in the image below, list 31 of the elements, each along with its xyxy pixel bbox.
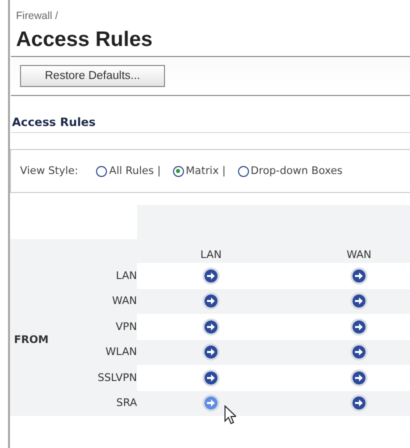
arrow-button-icon[interactable] [202,292,220,310]
radio-button[interactable] [96,166,108,176]
radio-label[interactable]: Drop-down Boxes [250,165,343,177]
arrow-button-icon[interactable] [202,318,220,336]
arrow-button-icon[interactable] [202,266,220,285]
arrow-button-icon[interactable] [350,266,368,285]
row-header: SSLVPN [98,372,137,384]
arrow-button-icon[interactable] [202,368,220,387]
row-header: WLAN [105,346,137,358]
row-header: SRA [116,397,137,410]
radio-button[interactable] [238,166,249,176]
column-header: LAN [200,249,222,261]
from-label: FROM [13,332,50,348]
radio-label[interactable]: All Rules | [109,165,161,177]
arrow-button-icon[interactable] [350,394,368,412]
arrow-button-icon[interactable] [350,318,368,336]
radio-button[interactable] [172,166,184,176]
arrow-button-icon[interactable] [202,343,220,362]
view-style-label: View Style: [20,165,78,177]
column-header: WAN [346,249,372,261]
row-header: LAN [116,270,137,282]
restore-defaults-button[interactable]: Restore Defaults... [20,65,165,87]
arrow-button-icon[interactable] [350,343,368,362]
row-header: VPN [116,320,137,333]
breadcrumb: Firewall / [16,9,60,22]
arrow-button-icon[interactable] [350,368,368,387]
arrow-button-icon[interactable] [350,292,368,310]
row-header: WAN [112,295,137,308]
section-heading: Access Rules [11,115,410,133]
radio-label[interactable]: Matrix | [186,165,226,177]
mouse-cursor-icon [224,404,236,424]
